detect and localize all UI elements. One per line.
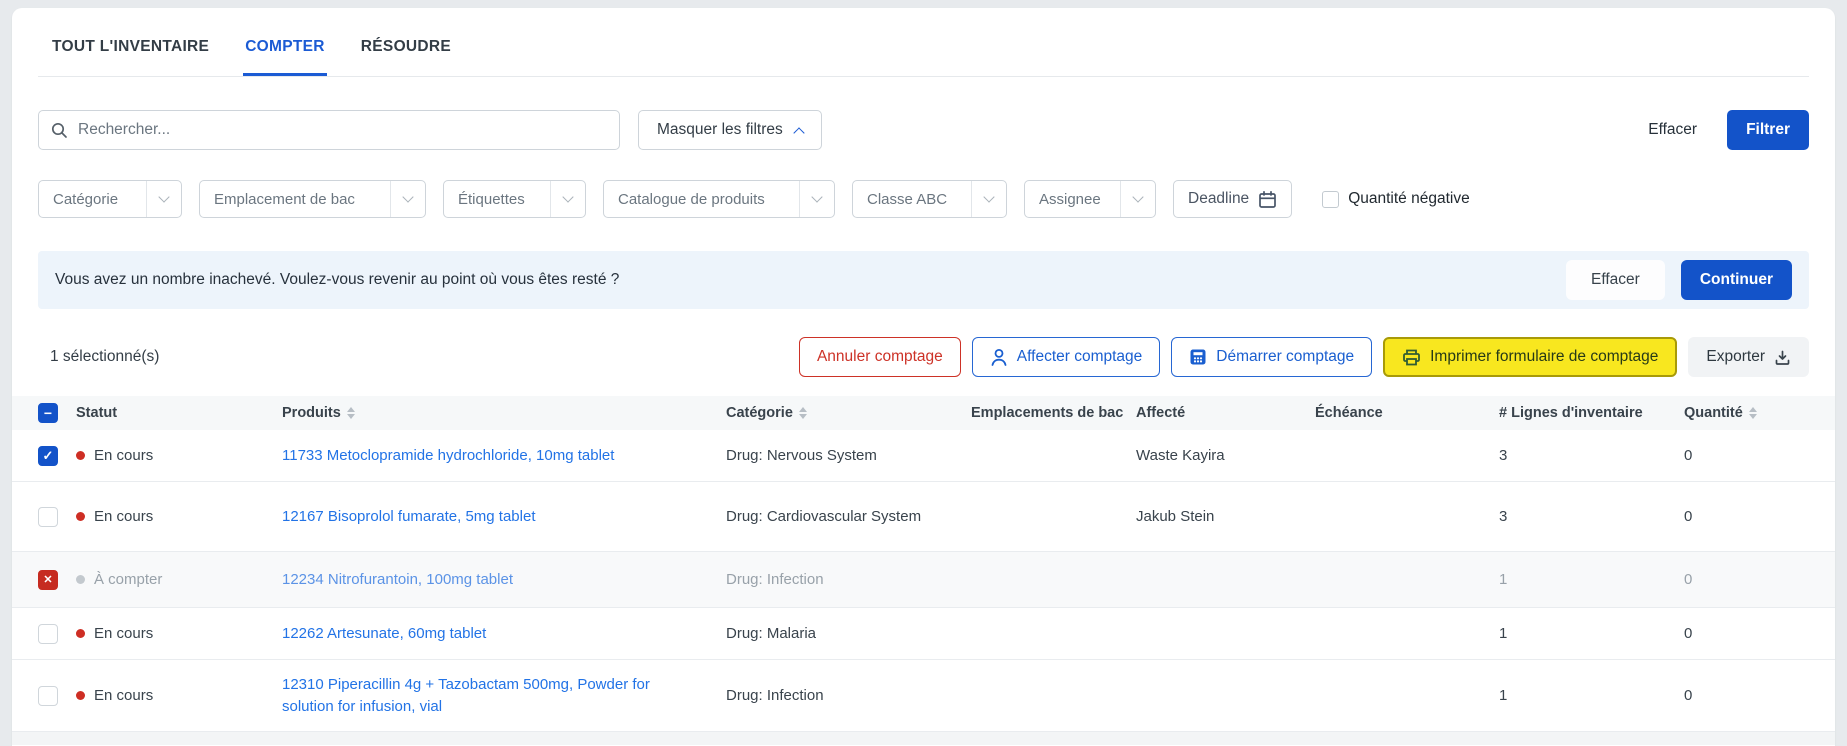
product-link[interactable]: 12262 Artesunate, 60mg tablet <box>282 623 726 645</box>
hide-filters-button[interactable]: Masquer les filtres <box>638 110 822 150</box>
table-row: En cours 12310 Piperacillin 4g + Tazobac… <box>12 660 1835 732</box>
col-produits[interactable]: Produits <box>282 405 726 421</box>
sort-icon[interactable] <box>1748 407 1757 419</box>
sort-icon[interactable] <box>798 407 807 419</box>
status-dot-red <box>76 629 85 638</box>
print-count-form-button[interactable]: Imprimer formulaire de comptage <box>1383 337 1678 377</box>
filter-deadline[interactable]: Deadline <box>1173 180 1293 218</box>
col-emplacements: Emplacements de bac <box>971 405 1124 421</box>
tab-count[interactable]: COMPTER <box>243 28 327 76</box>
banner-clear-button[interactable]: Effacer <box>1565 260 1665 300</box>
row-checkbox-checked[interactable] <box>38 445 58 466</box>
quantity-value: 0 <box>1684 625 1693 642</box>
search-input[interactable]: Rechercher... <box>38 110 620 150</box>
chevron-up-icon <box>793 126 805 139</box>
tab-resolve[interactable]: RÉSOUDRE <box>359 28 453 76</box>
chevron-down-icon <box>811 191 823 203</box>
apply-filter-button[interactable]: Filtrer <box>1727 110 1809 150</box>
inventory-lines-count: 3 <box>1499 508 1508 525</box>
calculator-icon <box>1189 348 1207 366</box>
search-icon <box>51 122 68 139</box>
quantity-value: 0 <box>1684 508 1693 525</box>
col-lignes: # Lignes d'inventaire <box>1499 405 1643 421</box>
inventory-card: TOUT L'INVENTAIRE COMPTER RÉSOUDRE Reche… <box>12 8 1835 746</box>
start-count-button[interactable]: Démarrer comptage <box>1171 337 1373 377</box>
row-checkbox-remove[interactable] <box>38 569 58 590</box>
clear-filters-button[interactable]: Effacer <box>1648 121 1697 139</box>
cancel-count-button[interactable]: Annuler comptage <box>798 337 961 377</box>
table-row: En cours 11733 Metoclopramide hydrochlor… <box>12 430 1835 482</box>
printer-icon <box>1402 348 1421 367</box>
checkbox-unchecked-icon <box>1322 190 1340 208</box>
chevron-down-icon <box>402 191 414 203</box>
inventory-lines-count: 1 <box>1499 571 1508 588</box>
select-all-checkbox-indeterminate[interactable] <box>38 403 58 423</box>
actions-row: 1 sélectionné(s) Annuler comptage Affect… <box>38 337 1809 377</box>
filter-product-catalogue[interactable]: Catalogue de produits <box>603 180 835 218</box>
export-button[interactable]: Exporter <box>1688 337 1809 377</box>
calendar-icon <box>1258 190 1277 209</box>
filter-category[interactable]: Catégorie <box>38 180 182 218</box>
chevron-down-icon <box>983 191 995 203</box>
table-row: En cours 12167 Bisoprolol fumarate, 5mg … <box>12 482 1835 552</box>
product-link[interactable]: 12234 Nitrofurantoin, 100mg tablet <box>282 569 726 591</box>
negative-quantity-checkbox[interactable]: Quantité négative <box>1322 190 1470 208</box>
status-dot-gray <box>76 575 85 584</box>
col-affecte: Affecté <box>1136 405 1186 421</box>
assigned-to: Jakub Stein <box>1136 508 1215 525</box>
row-checkbox-unchecked[interactable] <box>38 623 58 644</box>
counts-table: Statut Produits Catégorie Emplacements d… <box>12 396 1835 745</box>
sort-icon[interactable] <box>346 407 355 419</box>
banner-continue-button[interactable]: Continuer <box>1680 260 1792 300</box>
product-link[interactable]: 11733 Metoclopramide hydrochloride, 10mg… <box>282 445 726 467</box>
selected-count: 1 sélectionné(s) <box>50 348 160 365</box>
filter-tags[interactable]: Étiquettes <box>443 180 586 218</box>
download-icon <box>1774 349 1791 366</box>
unfinished-count-banner: Vous avez un nombre inachevé. Voulez-vou… <box>38 251 1809 309</box>
quantity-value: 0 <box>1684 447 1693 464</box>
row-checkbox-unchecked[interactable] <box>38 685 58 706</box>
filter-assignee[interactable]: Assignee <box>1024 180 1156 218</box>
status-dot-red <box>76 512 85 521</box>
next-row-partial <box>12 732 1835 745</box>
tab-bar: TOUT L'INVENTAIRE COMPTER RÉSOUDRE <box>38 28 1809 77</box>
table-header: Statut Produits Catégorie Emplacements d… <box>12 396 1835 430</box>
tab-all-inventory[interactable]: TOUT L'INVENTAIRE <box>50 28 211 76</box>
filter-selects-row: Catégorie Emplacement de bac Étiquettes … <box>38 180 1809 218</box>
filter-abc-class[interactable]: Classe ABC <box>852 180 1007 218</box>
inventory-lines-count: 1 <box>1499 687 1508 704</box>
assigned-to: Waste Kayira <box>1136 447 1225 464</box>
status-dot-red <box>76 691 85 700</box>
chevron-down-icon <box>1132 191 1144 203</box>
banner-message: Vous avez un nombre inachevé. Voulez-vou… <box>55 271 620 288</box>
col-quantite[interactable]: Quantité <box>1674 405 1835 421</box>
quantity-value: 0 <box>1684 687 1693 704</box>
inventory-lines-count: 3 <box>1499 447 1508 464</box>
filter-bin-location[interactable]: Emplacement de bac <box>199 180 426 218</box>
search-placeholder: Rechercher... <box>78 121 171 138</box>
table-row: À compter 12234 Nitrofurantoin, 100mg ta… <box>12 552 1835 608</box>
chevron-down-icon <box>562 191 574 203</box>
col-categorie[interactable]: Catégorie <box>726 405 971 421</box>
product-link[interactable]: 12310 Piperacillin 4g + Tazobactam 500mg… <box>282 674 726 718</box>
inventory-lines-count: 1 <box>1499 625 1508 642</box>
quantity-value: 0 <box>1684 571 1693 588</box>
status-dot-red <box>76 451 85 460</box>
col-statut: Statut <box>76 405 118 421</box>
row-checkbox-unchecked[interactable] <box>38 506 58 527</box>
assign-count-button[interactable]: Affecter comptage <box>971 337 1161 377</box>
col-echeance: Échéance <box>1315 405 1383 421</box>
search-row: Rechercher... Masquer les filtres Efface… <box>38 110 1809 150</box>
product-link[interactable]: 12167 Bisoprolol fumarate, 5mg tablet <box>282 506 726 528</box>
person-icon <box>990 348 1008 367</box>
chevron-down-icon <box>158 191 170 203</box>
table-row: En cours 12262 Artesunate, 60mg tablet D… <box>12 608 1835 660</box>
